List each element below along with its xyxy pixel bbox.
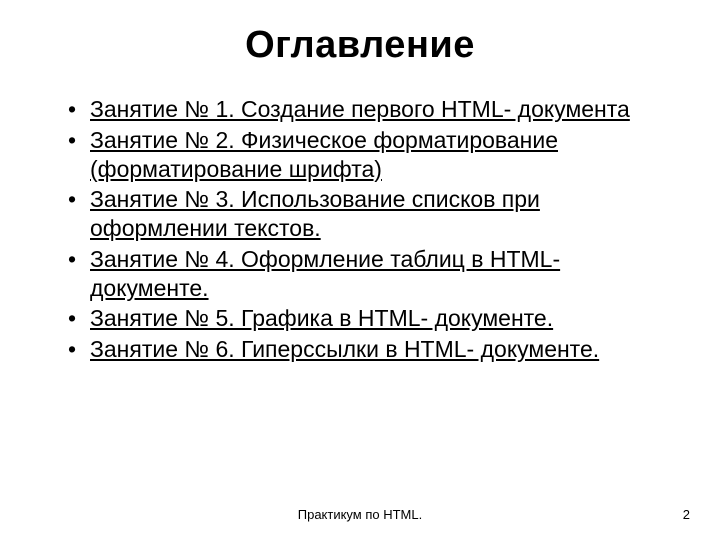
list-item: Занятие № 3. Использование списков при о… (72, 185, 666, 243)
toc-link-5[interactable]: Занятие № 5. Графика в HTML- документе. (90, 305, 553, 331)
toc-link-2[interactable]: Занятие № 2. Физическое форматирование (… (90, 127, 558, 182)
toc-link-1[interactable]: Занятие № 1. Создание первого HTML- доку… (90, 96, 630, 122)
page-title: Оглавление (54, 24, 666, 67)
page-number: 2 (683, 507, 690, 522)
list-item: Занятие № 6. Гиперссылки в HTML- докумен… (72, 335, 666, 364)
slide: Оглавление Занятие № 1. Создание первого… (0, 0, 720, 540)
list-item: Занятие № 5. Графика в HTML- документе. (72, 304, 666, 333)
toc-link-6[interactable]: Занятие № 6. Гиперссылки в HTML- докумен… (90, 336, 599, 362)
list-item: Занятие № 1. Создание первого HTML- доку… (72, 95, 666, 124)
toc-list: Занятие № 1. Создание первого HTML- доку… (54, 95, 666, 364)
toc-link-3[interactable]: Занятие № 3. Использование списков при о… (90, 186, 540, 241)
footer-text: Практикум по HTML. (0, 507, 720, 522)
list-item: Занятие № 2. Физическое форматирование (… (72, 126, 666, 184)
toc-link-4[interactable]: Занятие № 4. Оформление таблиц в HTML- д… (90, 246, 560, 301)
list-item: Занятие № 4. Оформление таблиц в HTML- д… (72, 245, 666, 303)
